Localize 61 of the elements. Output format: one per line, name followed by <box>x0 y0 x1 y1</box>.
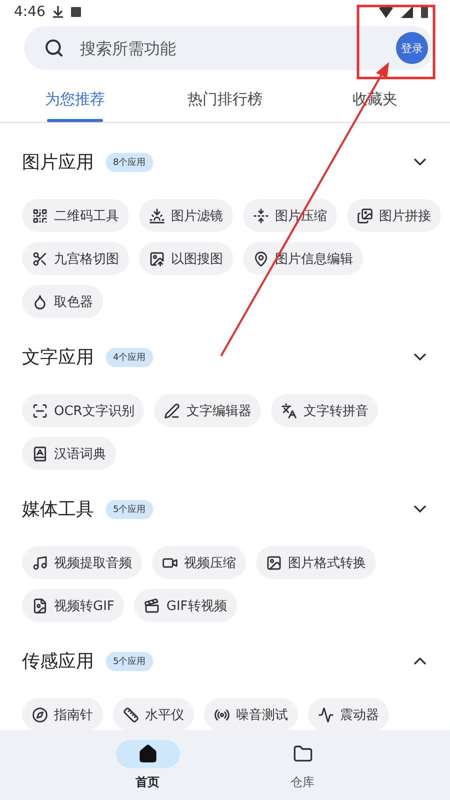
tool-chip[interactable]: 二维码工具 <box>22 199 129 232</box>
tab[interactable]: 收藏夹 <box>300 76 450 122</box>
app-count-badge: 5个应用 <box>106 500 153 518</box>
tool-chip[interactable]: 噪音测试 <box>204 698 298 730</box>
tool-chip[interactable]: 九宫格切图 <box>22 242 129 275</box>
book-icon <box>32 446 48 462</box>
section-title: 文字应用 <box>22 346 94 369</box>
login-button[interactable]: 登录 <box>396 32 428 64</box>
scissors-icon <box>32 250 48 266</box>
translate-icon <box>281 402 298 418</box>
nav-item[interactable]: 仓库 <box>264 738 340 792</box>
image-icon <box>266 554 282 570</box>
tool-chip[interactable]: OCR文字识别 <box>22 394 144 427</box>
ruler-icon <box>123 706 139 722</box>
tool-chip[interactable]: 文字编辑器 <box>154 394 262 427</box>
section-title: 媒体工具 <box>22 498 94 521</box>
tool-chip[interactable]: 以图搜图 <box>139 242 233 275</box>
tool-chip[interactable]: 图片拼接 <box>347 199 441 232</box>
radio-icon <box>214 706 230 722</box>
tool-chip[interactable]: 震动器 <box>308 698 389 730</box>
image-icon <box>149 250 165 266</box>
status-time: 4:46 <box>14 4 46 20</box>
section-title: 图片应用 <box>22 151 94 174</box>
app-count-badge: 8个应用 <box>106 152 153 172</box>
tool-chip[interactable]: GIF转视频 <box>134 589 237 622</box>
app-count-badge: 4个应用 <box>106 348 153 366</box>
droplet-icon <box>32 294 48 310</box>
qr-code-icon <box>32 208 48 224</box>
search-field[interactable]: 搜索所需功能 登录 <box>24 26 434 70</box>
map-pin-icon <box>253 250 269 266</box>
activity-icon <box>318 706 334 722</box>
images-icon <box>357 208 373 224</box>
tool-chip[interactable]: 图片滤镜 <box>139 199 233 232</box>
tool-chip[interactable]: 视频提取音频 <box>22 546 142 579</box>
file-image-icon <box>32 598 48 614</box>
tab[interactable]: 热门排行榜 <box>150 76 300 122</box>
download-icon <box>53 6 64 18</box>
tool-chip[interactable]: 水平仪 <box>113 698 194 730</box>
pen-icon <box>164 402 180 418</box>
wifi-icon <box>379 6 393 18</box>
tool-chip[interactable]: 视频转GIF <box>22 589 124 622</box>
sunset-icon <box>149 208 165 224</box>
tool-chip[interactable]: 汉语词典 <box>22 437 116 470</box>
scan-icon <box>32 402 48 418</box>
folder-icon <box>292 744 312 764</box>
music-note-icon <box>32 554 48 570</box>
compass-icon <box>32 706 48 722</box>
tool-chip[interactable]: 视频压缩 <box>152 546 246 579</box>
app-count-badge: 5个应用 <box>106 652 153 670</box>
tool-chip[interactable]: 取色器 <box>22 285 103 318</box>
section-title: 传感应用 <box>22 650 94 673</box>
tool-chip[interactable]: 图片格式转换 <box>256 546 376 579</box>
home-icon <box>138 744 158 764</box>
compress-icon <box>253 208 269 224</box>
tab[interactable]: 为您推荐 <box>0 76 150 122</box>
tool-chip[interactable]: 指南针 <box>22 698 103 730</box>
search-icon <box>44 38 64 58</box>
clapperboard-icon <box>144 598 160 614</box>
tool-chip[interactable]: 文字转拼音 <box>271 394 378 427</box>
nav-item[interactable]: 首页 <box>110 738 186 792</box>
signal-icon <box>401 6 413 18</box>
